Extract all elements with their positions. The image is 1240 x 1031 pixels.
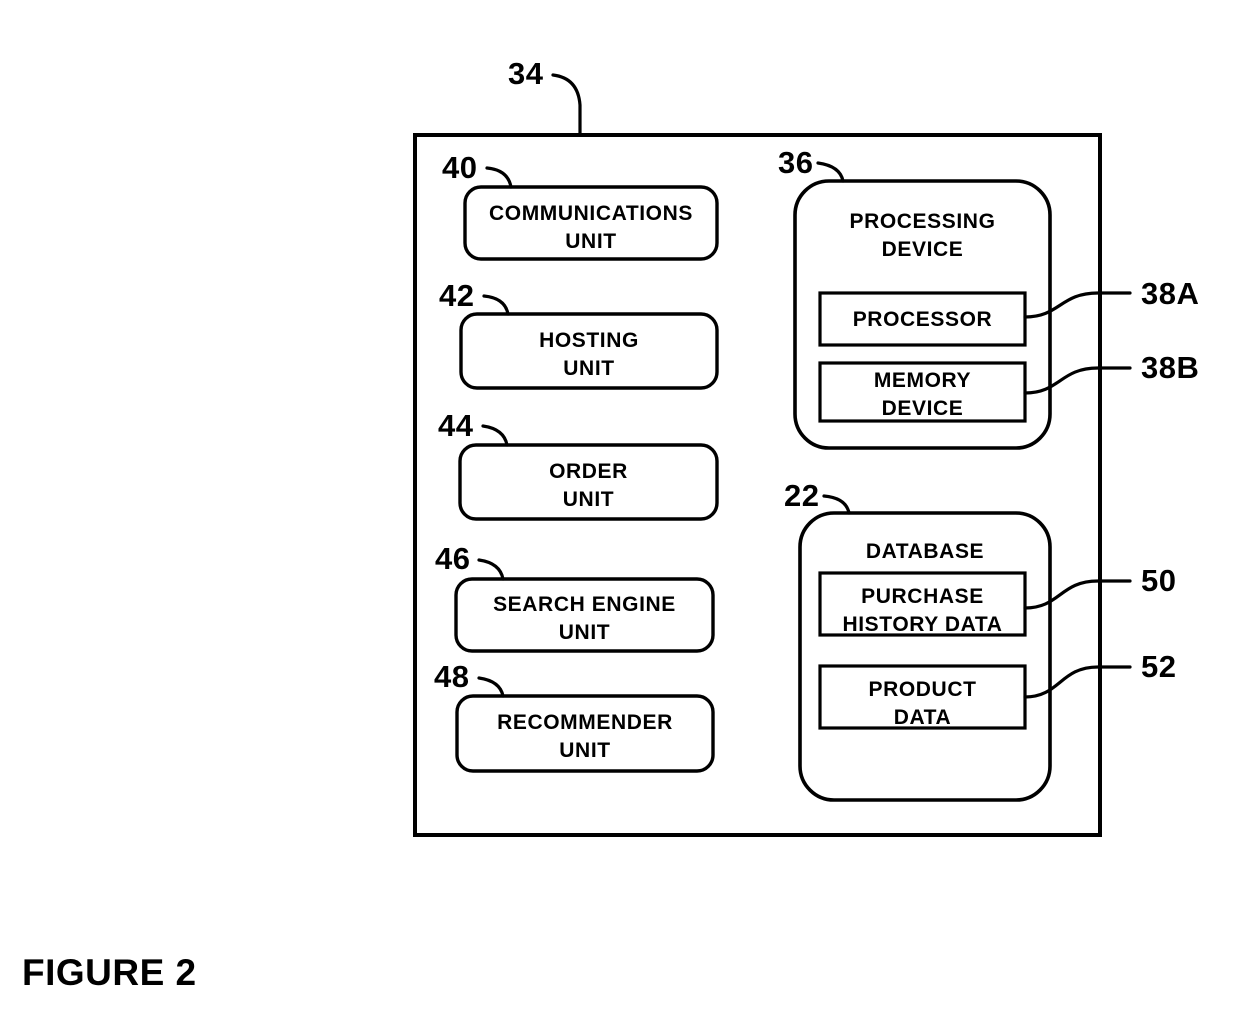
leader-line-22 xyxy=(822,494,851,515)
leader-line-48 xyxy=(477,676,505,698)
ref-label-52: 52 xyxy=(1141,649,1177,684)
product-data-label: PRODUCT DATA xyxy=(868,678,977,729)
leader-line-36 xyxy=(816,161,845,183)
ref-label-38B: 38B xyxy=(1141,350,1200,385)
ref-label-34: 34 xyxy=(508,56,544,91)
ref-label-46: 46 xyxy=(435,541,471,576)
leader-line-44 xyxy=(481,424,509,447)
leader-line-42 xyxy=(482,294,510,316)
ref-label-36: 36 xyxy=(778,145,814,180)
hosting-unit-label: HOSTING UNIT xyxy=(539,329,639,380)
memory-device-label: MEMORY DEVICE xyxy=(873,369,972,420)
processor-label: PROCESSOR xyxy=(852,308,993,331)
order-unit-label: ORDER UNIT xyxy=(549,460,628,511)
diagram-canvas xyxy=(413,73,1132,837)
leader-line-40 xyxy=(485,166,513,189)
leader-line-50 xyxy=(1023,579,1132,610)
purchase-history-data-label: PURCHASE HISTORY DATA xyxy=(842,585,1003,636)
ref-label-42: 42 xyxy=(439,278,475,313)
search-engine-unit-label: SEARCH ENGINE UNIT xyxy=(493,593,676,644)
database-label: DATABASE xyxy=(865,540,985,563)
communications-unit-label: COMMUNICATIONS UNIT xyxy=(489,202,693,253)
leader-line-38A xyxy=(1023,291,1132,319)
ref-label-48: 48 xyxy=(434,659,470,694)
recommender-unit-label: RECOMMENDER UNIT xyxy=(497,711,673,762)
ref-label-40: 40 xyxy=(442,150,478,185)
processing-device-label: PROCESSING DEVICE xyxy=(849,210,996,261)
leader-line-34 xyxy=(551,73,582,137)
figure-caption: FIGURE 2 xyxy=(22,952,197,993)
ref-label-44: 44 xyxy=(438,408,474,443)
leader-line-52 xyxy=(1023,665,1132,699)
ref-label-38A: 38A xyxy=(1141,276,1200,311)
ref-label-22: 22 xyxy=(784,478,820,513)
figure-page: 34 40 42 44 46 48 36 22 38A 38B 50 52 CO… xyxy=(0,0,1240,1031)
leader-line-46 xyxy=(477,558,505,581)
ref-label-50: 50 xyxy=(1141,563,1177,598)
leader-line-38B xyxy=(1023,366,1132,395)
